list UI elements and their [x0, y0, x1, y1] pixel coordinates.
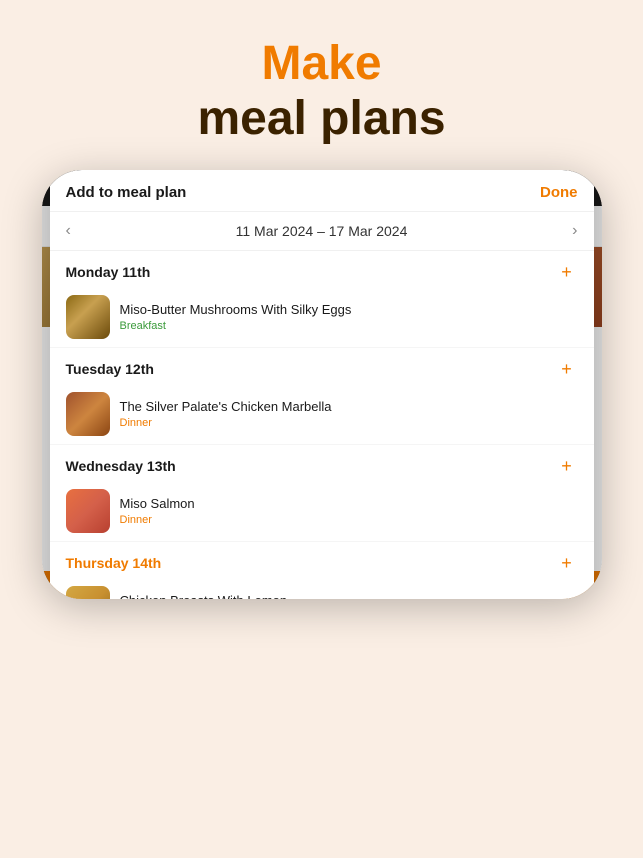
day-section-tuesday: Tuesday 12th + The Silver Palate's Chick… [50, 348, 594, 445]
add-recipe-wednesday-button[interactable]: + [556, 455, 578, 477]
recipe-name-miso-mushrooms: Miso-Butter Mushrooms With Silky Eggs [120, 302, 578, 319]
recipe-name-chicken-marbella: The Silver Palate's Chicken Marbella [120, 399, 578, 416]
day-header-thursday: Thursday 14th + [50, 542, 594, 571]
device-screen: ‹ Back ⬆ ••• Au... [42, 206, 602, 571]
recipe-item-chicken-marbella: The Silver Palate's Chicken Marbella Din… [50, 386, 594, 444]
recipe-item-miso-mushrooms: Miso-Butter Mushrooms With Silky Eggs Br… [50, 289, 594, 347]
recipe-info-chicken-marbella: The Silver Palate's Chicken Marbella Din… [120, 399, 578, 430]
add-recipe-thursday-button[interactable]: + [556, 552, 578, 571]
modal-date-nav: ‹ 11 Mar 2024 – 17 Mar 2024 › [50, 212, 594, 251]
recipe-info-miso-mushrooms: Miso-Butter Mushrooms With Silky Eggs Br… [120, 302, 578, 333]
day-section-monday: Monday 11th + Miso-Butter Mushrooms With… [50, 251, 594, 348]
recipe-item-miso-salmon: Miso Salmon Dinner [50, 483, 594, 541]
add-recipe-monday-button[interactable]: + [556, 261, 578, 283]
hero-title-line2: meal plans [197, 91, 445, 146]
day-label-thursday: Thursday 14th [66, 555, 162, 571]
date-range-label: 11 Mar 2024 – 17 Mar 2024 [236, 223, 408, 239]
recipe-thumb-miso-salmon [66, 489, 110, 533]
day-section-wednesday: Wednesday 13th + Miso Salmon Dinner [50, 445, 594, 542]
day-label-wednesday: Wednesday 13th [66, 458, 176, 474]
day-label-tuesday: Tuesday 12th [66, 361, 154, 377]
prev-week-button[interactable]: ‹ [66, 222, 71, 240]
add-recipe-tuesday-button[interactable]: + [556, 358, 578, 380]
recipe-thumb-chicken-marbella [66, 392, 110, 436]
device-frame: ‹ Back ⬆ ••• Au... [42, 170, 602, 599]
recipe-meal-type-miso-salmon: Dinner [120, 514, 578, 526]
next-week-button[interactable]: › [572, 222, 577, 240]
recipe-thumb-miso-mushrooms [66, 295, 110, 339]
recipe-name-miso-salmon: Miso Salmon [120, 496, 578, 513]
day-header-tuesday: Tuesday 12th + [50, 348, 594, 386]
hero-section: Make meal plans [197, 0, 445, 170]
recipe-info-miso-salmon: Miso Salmon Dinner [120, 496, 578, 527]
hero-title-line1: Make [197, 36, 445, 91]
modal-overlay: Add to meal plan Done ‹ 11 Mar 2024 – 17… [42, 206, 602, 571]
modal-body: Monday 11th + Miso-Butter Mushrooms With… [50, 251, 594, 571]
recipe-meal-type-chicken-marbella: Dinner [120, 417, 578, 429]
day-header-monday: Monday 11th + [50, 251, 594, 289]
add-to-meal-plan-modal: Add to meal plan Done ‹ 11 Mar 2024 – 17… [50, 206, 594, 571]
day-label-monday: Monday 11th [66, 264, 151, 280]
day-header-wednesday: Wednesday 13th + [50, 445, 594, 483]
recipe-meal-type-miso-mushrooms: Breakfast [120, 320, 578, 332]
day-section-thursday: Thursday 14th + Chicken Breasts With Lem… [50, 542, 594, 571]
